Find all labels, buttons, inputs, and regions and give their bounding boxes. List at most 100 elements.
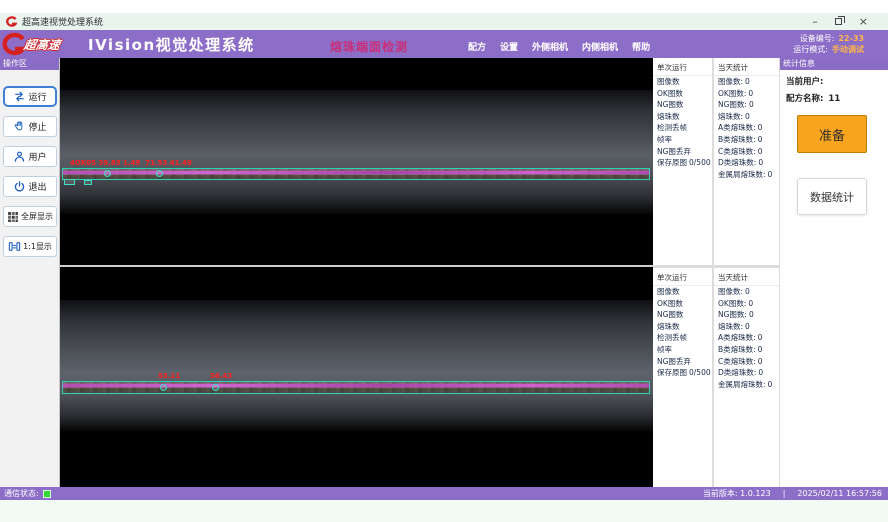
brand-logo: 超高速 (2, 32, 60, 56)
stat-row: 熔珠数 (653, 321, 712, 333)
page-title: IVision视觉处理系统 (88, 34, 255, 55)
stat-row: 图像数 (653, 286, 712, 298)
user-icon (13, 150, 26, 163)
daily-stats-bottom: 当天统计 图像数:0 OK图数:0 NG图数:0 熔珠数:0 A类熔珠数:0 B… (714, 268, 779, 487)
fullscreen-grid-icon (7, 211, 19, 223)
defect-mark (84, 180, 92, 185)
one-to-one-button-label: 1:1显示 (23, 241, 52, 252)
restore-icon[interactable] (835, 18, 842, 25)
page-subtitle: 熔珠端面检测 (330, 38, 408, 55)
brand-logo-text: 超高速 (23, 36, 62, 53)
defect-mark (160, 384, 167, 391)
stop-button-label: 停止 (28, 120, 46, 133)
stat-row: 图像数:0 (714, 286, 779, 298)
stat-row: 保存原图0/500 (653, 367, 712, 379)
stat-row: 金属屑熔珠数:0 (714, 169, 779, 181)
menu-item-help[interactable]: 帮助 (632, 40, 650, 53)
stop-button[interactable]: 停止 (3, 116, 57, 137)
statistics-info-panel: 统计信息 当前用户: 配方名称:11 准备 数据统计 (780, 58, 888, 487)
stat-row: OK图数 (653, 298, 712, 310)
menu-item-outer-camera[interactable]: 外侧相机 (532, 40, 568, 53)
stat-row: NG图丢弃 (653, 356, 712, 368)
status-bar: 通信状态: 当前版本: 1.0.123 | 2025/02/11 16:57:5… (0, 487, 888, 500)
window-title: 超高速视觉处理系统 (22, 15, 103, 28)
footer-strip (0, 500, 888, 522)
sidebar-title: 操作区 (0, 58, 59, 70)
camera-panel-inner[interactable]: 53.11 56.43 (60, 267, 653, 487)
stat-row: 帧率 (653, 134, 712, 146)
weld-bead-detection-box (62, 168, 650, 180)
stat-row: NG图数:0 (714, 309, 779, 321)
stat-row: OK图数:0 (714, 298, 779, 310)
stats-title: 当天统计 (714, 268, 779, 286)
stat-row: 检测丢帧 (653, 332, 712, 344)
exit-button[interactable]: 退出 (3, 176, 57, 197)
app-logo-icon (6, 16, 17, 27)
stat-row: 图像数 (653, 76, 712, 88)
stat-row: B类熔珠数:0 (714, 134, 779, 146)
exit-button-label: 退出 (28, 180, 46, 193)
version-label: 当前版本: (703, 489, 738, 498)
os-titlebar: 超高速视觉处理系统 – × (0, 13, 888, 30)
camera-panel-outer[interactable]: 4OK05 39.83 1.49 71.53 41.49 (60, 58, 653, 265)
version-value: 1.0.123 (740, 489, 771, 498)
stat-row: 熔珠数:0 (714, 111, 779, 123)
window-controls: – × (812, 16, 868, 27)
menu-item-settings[interactable]: 设置 (500, 40, 518, 53)
device-number-value: 22-33 (838, 34, 864, 45)
stats-title: 单次运行 (653, 268, 712, 286)
stat-row: 金属屑熔珠数:0 (714, 379, 779, 391)
fullscreen-button[interactable]: 全屏显示 (3, 206, 57, 227)
camera-image-outer (60, 90, 653, 214)
measurement-annotation: 56.43 (210, 372, 232, 380)
prepare-button[interactable]: 准备 (797, 115, 867, 153)
close-icon[interactable]: × (859, 16, 868, 27)
stat-row: OK图数:0 (714, 88, 779, 100)
run-button[interactable]: 运行 (3, 86, 57, 107)
weld-bead-detection-box (62, 381, 650, 394)
user-button-label: 用户 (28, 150, 46, 163)
stat-row: 图像数:0 (714, 76, 779, 88)
one-to-one-button[interactable]: 1:1显示 (3, 236, 57, 257)
comm-status-label: 通信状态: (4, 488, 39, 499)
info-panel-title: 统计信息 (780, 58, 888, 70)
defect-mark (64, 179, 75, 185)
menu-item-recipe[interactable]: 配方 (468, 40, 486, 53)
stats-title: 单次运行 (653, 58, 712, 76)
measurement-annotation: 4OK05 39.83 1.49 71.53 41.49 (70, 159, 192, 167)
daily-stats-top: 当天统计 图像数:0 OK图数:0 NG图数:0 熔珠数:0 A类熔珠数:0 B… (714, 58, 779, 265)
stat-row: C类熔珠数:0 (714, 356, 779, 368)
defect-mark (156, 170, 163, 177)
stat-row: A类熔珠数:0 (714, 122, 779, 134)
stat-row: 熔珠数 (653, 111, 712, 123)
stat-row: NG图丢弃 (653, 146, 712, 158)
fullscreen-button-label: 全屏显示 (21, 211, 53, 222)
recipe-name-row: 配方名称:11 (786, 92, 888, 104)
stat-row: 熔珠数:0 (714, 321, 779, 333)
stat-row: 检测丢帧 (653, 122, 712, 134)
stat-row: NG图数 (653, 309, 712, 321)
current-user-row: 当前用户: (786, 75, 888, 87)
single-run-stats-bottom: 单次运行 图像数 OK图数 NG图数 熔珠数 检测丢帧 帧率 NG图丢弃 保存原… (653, 268, 712, 487)
stat-row: B类熔珠数:0 (714, 344, 779, 356)
defect-mark (212, 384, 219, 391)
run-mode-label: 运行模式: (793, 45, 828, 56)
stat-row: OK图数 (653, 88, 712, 100)
stat-row: NG图数:0 (714, 99, 779, 111)
data-statistics-button[interactable]: 数据统计 (797, 178, 867, 215)
datetime-value: 2025/02/11 16:57:56 (797, 489, 882, 498)
device-info-block: 设备编号: 22-33 运行模式: 手动调试 (793, 34, 864, 55)
minimize-icon[interactable]: – (812, 16, 818, 27)
user-button[interactable]: 用户 (3, 146, 57, 167)
stats-title: 当天统计 (714, 58, 779, 76)
stat-row: 帧率 (653, 344, 712, 356)
stat-row: D类熔珠数:0 (714, 367, 779, 379)
separator: | (783, 489, 786, 498)
main-menu: 配方 设置 外侧相机 内侧相机 帮助 (468, 40, 650, 53)
stop-hand-icon (13, 120, 26, 133)
comm-status-led (43, 490, 51, 498)
stat-row: A类熔珠数:0 (714, 332, 779, 344)
run-cycle-icon (13, 90, 26, 103)
operation-sidebar: 操作区 运行 停止 用户 退出 (0, 58, 60, 487)
menu-item-inner-camera[interactable]: 内侧相机 (582, 40, 618, 53)
